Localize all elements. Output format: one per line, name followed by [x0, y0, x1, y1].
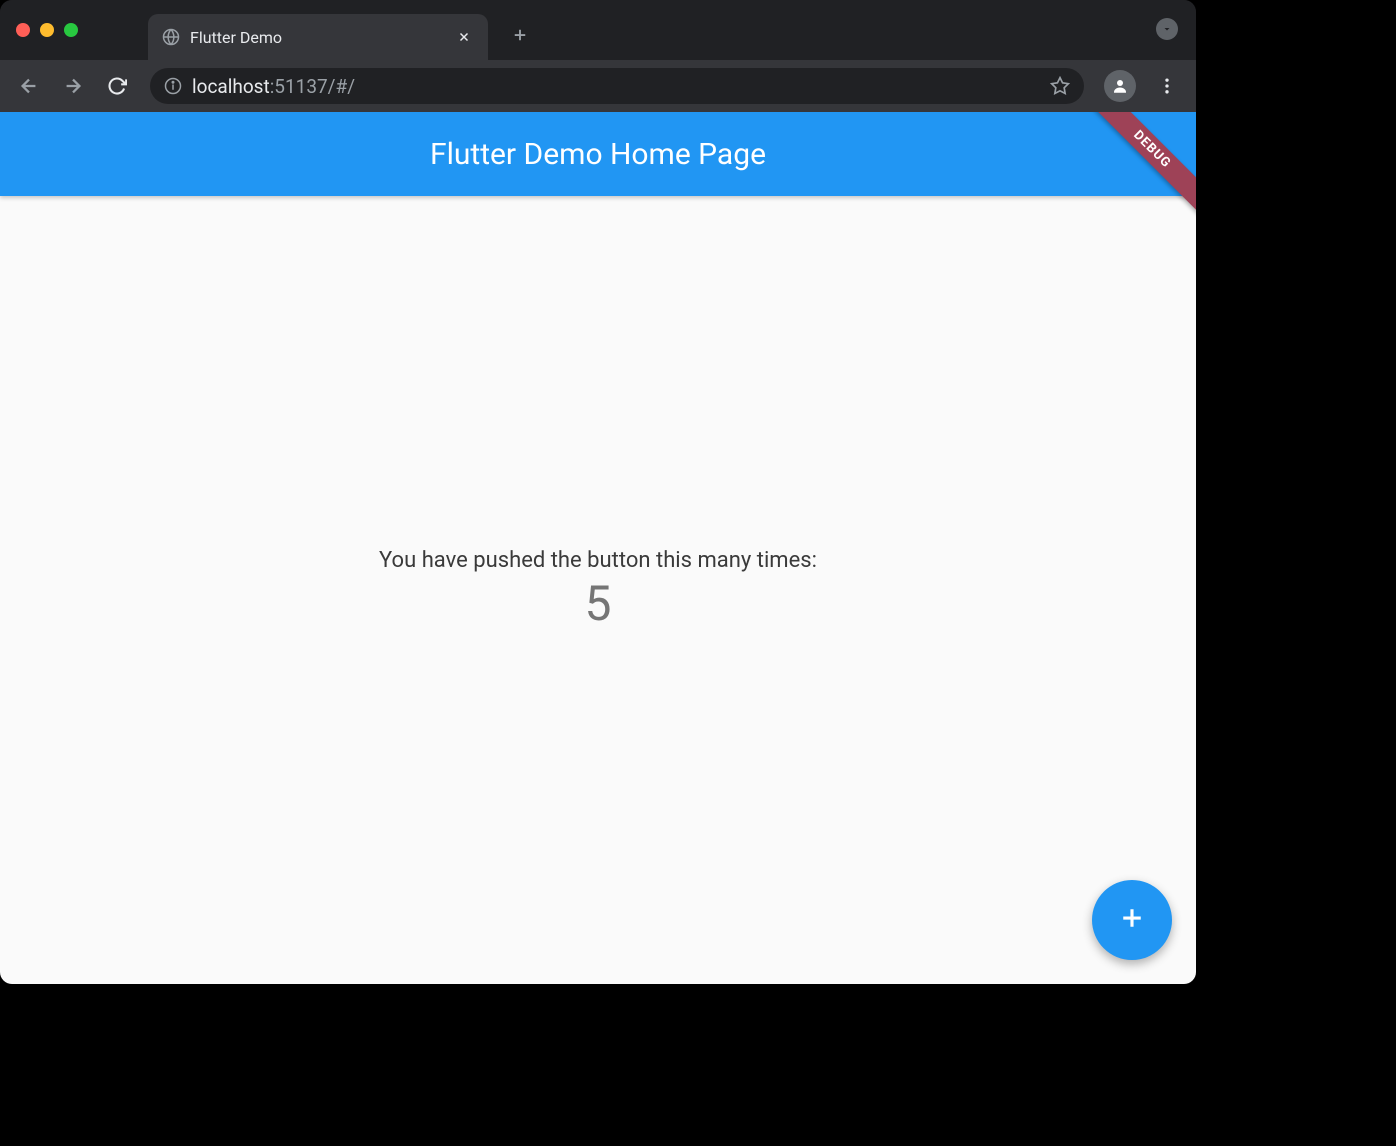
window-minimize-button[interactable] [40, 23, 54, 37]
page-content: Flutter Demo Home Page DEBUG You have pu… [0, 112, 1196, 984]
counter-value: 5 [585, 575, 612, 632]
url-text: localhost:51137/#/ [192, 75, 1040, 98]
globe-icon [162, 28, 180, 46]
browser-window: Flutter Demo [0, 0, 1196, 984]
browser-tab[interactable]: Flutter Demo [148, 14, 488, 60]
body-content: You have pushed the button this many tim… [0, 196, 1196, 984]
address-bar[interactable]: localhost:51137/#/ [150, 68, 1084, 104]
window-controls [16, 23, 78, 37]
counter-description: You have pushed the button this many tim… [379, 548, 817, 573]
plus-icon [1117, 903, 1147, 937]
tab-title: Flutter Demo [190, 28, 444, 47]
browser-titlebar: Flutter Demo [0, 0, 1196, 60]
app-bar-title: Flutter Demo Home Page [430, 137, 766, 172]
increment-fab[interactable] [1092, 880, 1172, 960]
forward-button[interactable] [54, 67, 92, 105]
reload-button[interactable] [98, 67, 136, 105]
back-button[interactable] [10, 67, 48, 105]
app-bar: Flutter Demo Home Page [0, 112, 1196, 196]
new-tab-button[interactable] [506, 21, 534, 49]
tab-search-button[interactable] [1156, 18, 1178, 40]
browser-menu-button[interactable] [1148, 67, 1186, 105]
bookmark-button[interactable] [1050, 76, 1070, 96]
browser-toolbar: localhost:51137/#/ [0, 60, 1196, 112]
tab-close-button[interactable] [454, 27, 474, 47]
info-icon[interactable] [164, 77, 182, 95]
profile-button[interactable] [1104, 70, 1136, 102]
window-close-button[interactable] [16, 23, 30, 37]
window-maximize-button[interactable] [64, 23, 78, 37]
